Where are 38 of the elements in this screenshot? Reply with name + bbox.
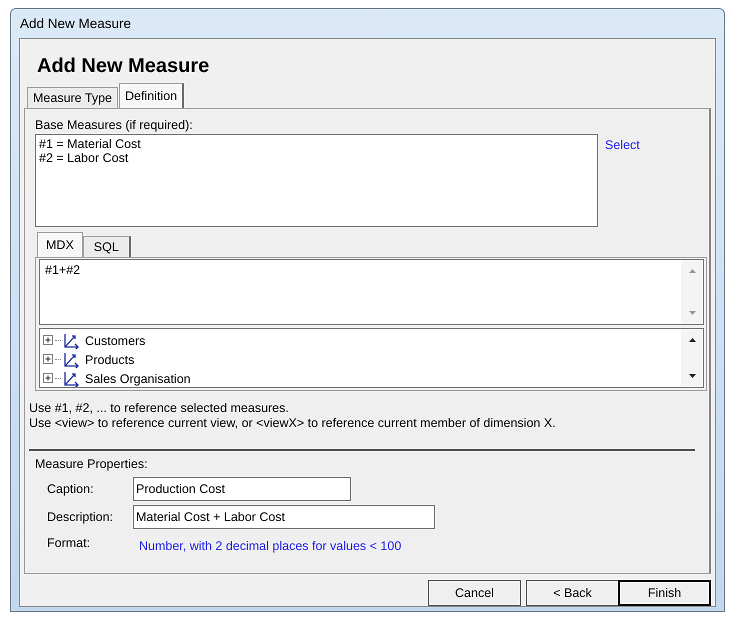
list-item[interactable]: #2 = Labor Cost — [39, 151, 128, 165]
select-link[interactable]: Select — [605, 138, 640, 152]
dimension-icon — [62, 332, 80, 348]
expand-icon[interactable] — [43, 354, 54, 365]
expression-editor[interactable]: #1+#2 — [39, 259, 704, 325]
finish-button[interactable]: Finish — [618, 580, 711, 606]
hint-text: Use <view> to reference current view, or <viewX> to reference current member of dimension X. — [29, 416, 556, 431]
field-label: Format: — [47, 536, 90, 550]
dialog-button[interactable]: Cancel — [428, 580, 521, 606]
section-label: Measure Properties: — [35, 457, 148, 471]
expand-icon[interactable] — [43, 335, 54, 346]
field-label: Base Measures (if required): — [35, 118, 193, 132]
format-link[interactable]: Number, with 2 decimal places for values < 100 — [139, 539, 402, 553]
dimension-icon — [62, 352, 80, 368]
description-field[interactable]: Material Cost + Labor Cost — [133, 505, 435, 529]
window-title: Add New Measure — [20, 16, 132, 31]
scrollbar[interactable] — [681, 329, 703, 387]
hint-text: Use #1, #2, ... to reference selected measures. — [29, 401, 289, 416]
list-item[interactable]: #1 = Material Cost — [39, 137, 141, 151]
tree-item[interactable]: Customers — [85, 334, 146, 348]
scroll-down-icon[interactable] — [688, 373, 696, 379]
tab[interactable]: Measure Type — [27, 87, 118, 108]
dimension-icon — [62, 370, 80, 386]
dialog-heading: Add New Measure — [36, 54, 210, 79]
tab[interactable]: MDX — [37, 232, 83, 257]
expression-text: #1+#2 — [44, 262, 82, 279]
measure-list[interactable]: #1 = Material Cost #2 = Labor Cost — [35, 134, 598, 227]
tab[interactable]: SQL — [82, 236, 131, 257]
field-label: Description: — [47, 510, 113, 524]
scroll-up-icon[interactable] — [688, 337, 696, 343]
dialog-button[interactable]: < Back — [526, 580, 619, 606]
tree-item[interactable]: Products — [85, 352, 134, 366]
dimension-tree[interactable]: Customers Products Sales Organisation — [39, 328, 704, 388]
expand-icon[interactable] — [43, 373, 54, 384]
caption-field[interactable]: Production Cost — [133, 477, 351, 501]
tree-item[interactable]: Sales Organisation — [85, 372, 191, 386]
tab[interactable]: Definition — [118, 83, 184, 108]
field-label: Caption: — [47, 482, 94, 496]
